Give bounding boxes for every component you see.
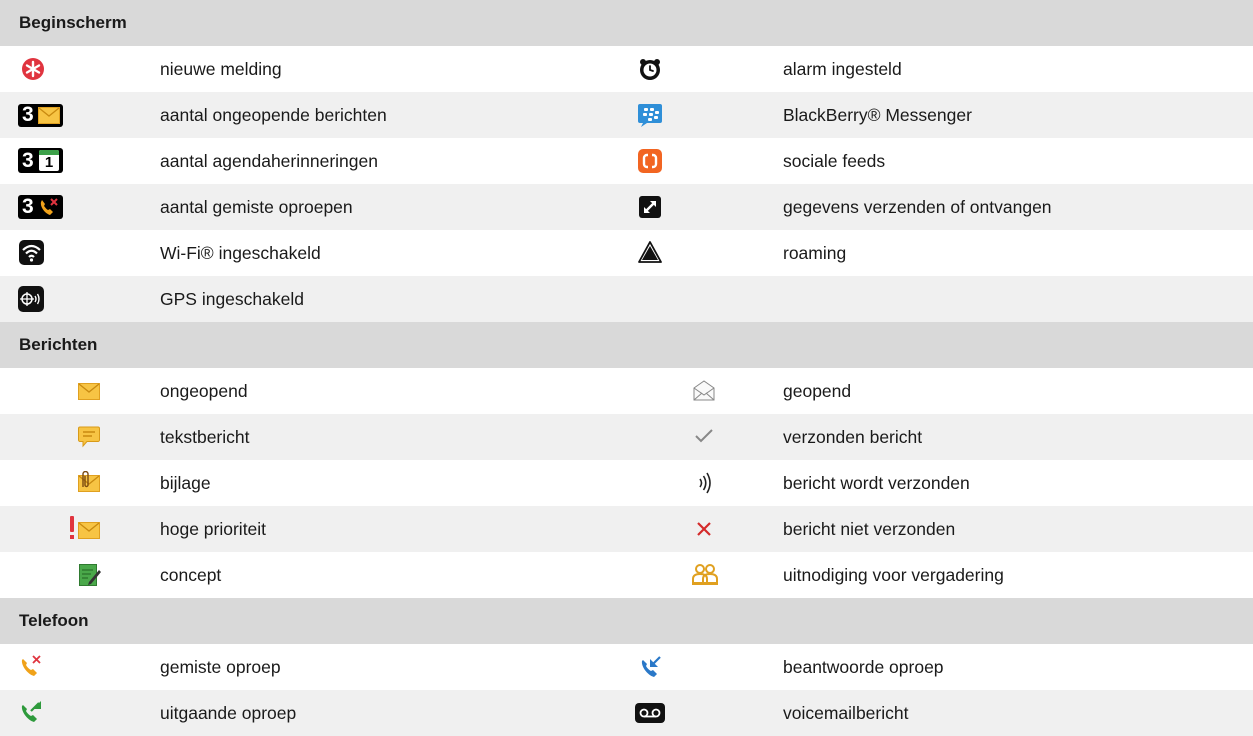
section-header-messages: Berichten [0,322,1253,368]
bbm-icon [638,104,662,127]
list-item-label: sociale feeds [783,150,886,171]
section-title: Beginscherm [19,13,127,32]
list-item-label: ongeopend [160,380,248,401]
table-row: 3 aantal ongeopende berichten BlackBerry… [0,92,1253,138]
list-item-label: beantwoorde oproep [783,656,944,677]
high-priority-envelope-icon [70,516,100,539]
table-row: gemiste oproep beantwoorde oproep [0,644,1253,690]
list-item-label: hoge prioriteit [160,518,267,539]
section-title: Berichten [19,335,98,354]
gps-icon [18,286,44,312]
list-item-label: verzonden bericht [783,426,923,447]
section-header-home: Beginscherm [0,0,1253,46]
outgoing-call-icon [21,701,41,722]
meeting-invitation-icon [692,564,718,585]
table-row: Wi-Fi® ingeschakeld roaming [0,230,1253,276]
list-item-label: tekstbericht [160,426,250,447]
section-header-phone: Telefoon [0,598,1253,644]
data-transfer-icon [639,196,661,218]
table-row: hoge prioriteit bericht niet verzonden [0,506,1253,552]
unopened-messages-count-icon: 3 [18,103,63,127]
calendar-reminders-count-icon: 3 1 [18,148,63,173]
list-item-label: bericht wordt verzonden [783,472,970,493]
sending-waves-icon [699,472,711,494]
voicemail-icon [635,703,665,723]
answered-call-icon [641,656,661,677]
roaming-icon [638,241,662,263]
missed-calls-count-icon: 3 [18,195,63,219]
list-item-label: geopend [783,380,852,401]
text-message-icon [78,426,100,448]
checkmark-icon [695,429,713,443]
list-item-label: voicemailbericht [783,702,909,723]
list-item-label: concept [160,564,222,585]
count-badge: 3 [22,195,34,218]
draft-icon [79,564,101,586]
list-item-label: Wi-Fi® ingeschakeld [160,242,321,263]
social-feeds-icon [638,149,662,173]
list-item-label: uitnodiging voor vergadering [783,564,1004,585]
list-item-label: alarm ingesteld [783,58,902,79]
list-item-label: aantal agendaherinneringen [160,150,378,171]
opened-envelope-icon [693,380,715,401]
not-sent-x-icon [697,522,711,536]
alarm-clock-icon [640,59,660,80]
table-row: GPS ingeschakeld [0,276,1253,322]
missed-call-icon [40,198,58,215]
table-row: 3 aantal gemiste oproepen gegevens verze… [0,184,1253,230]
section-title: Telefoon [19,611,89,630]
list-item-label: GPS ingeschakeld [160,288,304,309]
table-row: nieuwe melding alarm ingesteld [0,46,1253,92]
list-item-label: BlackBerry® Messenger [783,104,972,125]
table-row: 3 1 aantal agendaherinneringen sociale f… [0,138,1253,184]
list-item-label: bijlage [160,472,211,493]
list-item-label: bericht niet verzonden [783,518,956,539]
list-item-label: gegevens verzenden of ontvangen [783,196,1052,217]
table-row: tekstbericht verzonden bericht [0,414,1253,460]
table-row: ongeopend geopend [0,368,1253,414]
new-notification-icon [22,58,44,80]
missed-call-icon [21,655,41,676]
list-item-label: aantal gemiste oproepen [160,196,353,217]
table-row: concept uitnodiging voor vergadering [0,552,1253,598]
list-item-label: gemiste oproep [160,656,281,677]
envelope-icon [38,107,60,124]
calendar-day: 1 [44,154,54,171]
table-row: uitgaande oproep voicemailbericht [0,690,1253,736]
wifi-icon [19,240,44,265]
calendar-icon: 1 [39,150,59,171]
list-item-label: aantal ongeopende berichten [160,104,387,125]
icon-legend-table: Beginscherm nieuwe melding alarm ingeste… [0,0,1253,736]
list-item-label: nieuwe melding [160,58,282,79]
attachment-envelope-icon [78,471,100,492]
list-item-label: roaming [783,242,847,263]
count-badge: 3 [22,103,34,126]
list-item-label: uitgaande oproep [160,702,297,723]
table-row: bijlage bericht wordt verzonden [0,460,1253,506]
count-badge: 3 [22,149,34,172]
unopened-envelope-icon [78,383,100,400]
